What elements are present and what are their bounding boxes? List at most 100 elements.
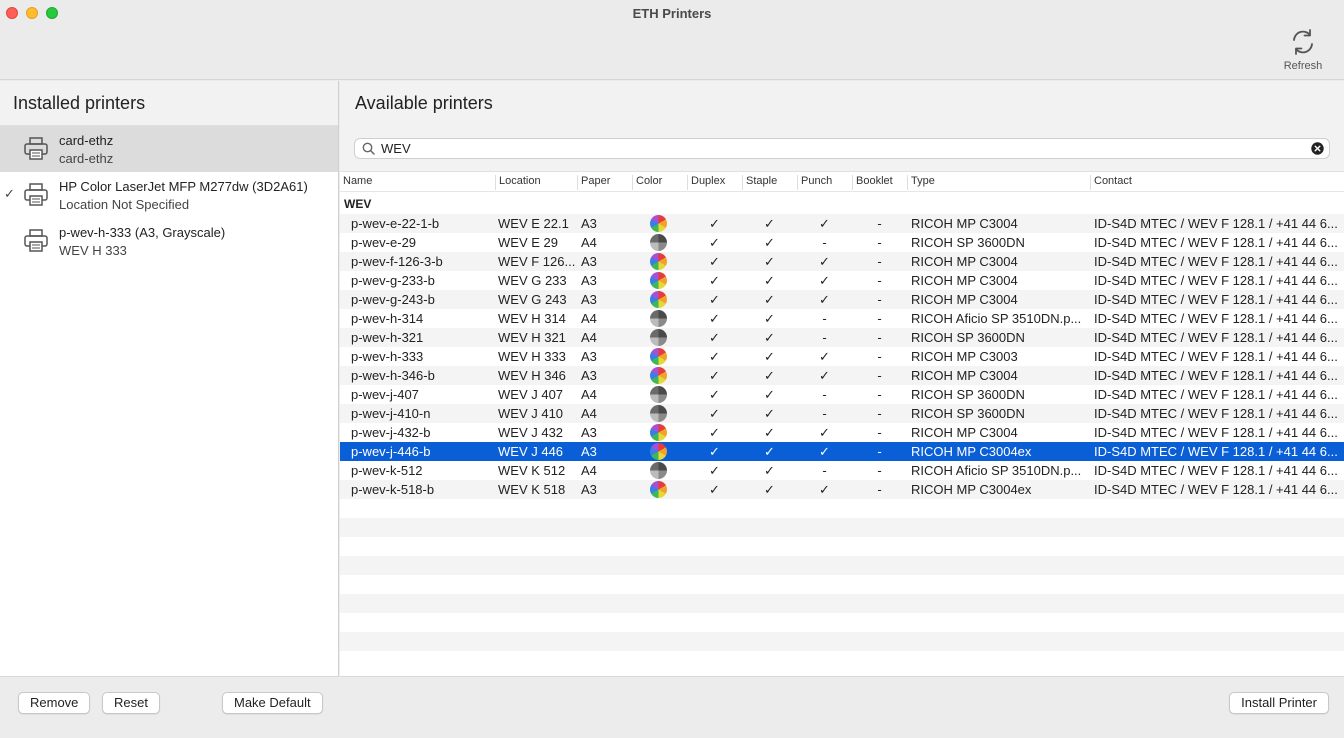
group-label: WEV (344, 197, 372, 211)
remove-button[interactable]: Remove (18, 692, 91, 714)
cell-paper: A4 (581, 235, 597, 250)
column-header-punch[interactable]: Punch (797, 175, 832, 190)
cell-duplex: ✓ (709, 444, 720, 459)
cell-contact: ID-S4D MTEC / WEV F 128.1 / +41 44 6... (1094, 425, 1338, 440)
cell-type: RICOH SP 3600DN (911, 330, 1025, 345)
cell-paper: A3 (581, 254, 597, 269)
cell-contact: ID-S4D MTEC / WEV F 128.1 / +41 44 6... (1094, 311, 1338, 326)
cell-duplex: ✓ (709, 482, 720, 497)
cell-type: RICOH MP C3004ex (911, 482, 1032, 497)
cell-paper: A3 (581, 273, 597, 288)
search-field[interactable] (354, 138, 1330, 159)
cell-booklet: - (877, 425, 882, 440)
cell-location: WEV K 518 (498, 482, 566, 497)
cell-duplex: ✓ (709, 273, 720, 288)
refresh-button[interactable]: Refresh (1272, 28, 1334, 76)
title-bar: ETH Printers Refresh (0, 0, 1344, 80)
column-header-duplex[interactable]: Duplex (687, 175, 725, 190)
installed-printer-name: card-ethz (59, 133, 114, 148)
cell-booklet: - (877, 463, 882, 478)
table-row[interactable]: p-wev-j-407 WEV J 407 A4 ✓ ✓ - - RICOH SP 3600D… (340, 385, 1344, 404)
cell-booklet: - (877, 330, 882, 345)
table-row[interactable]: p-wev-j-446-b WEV J 446 A3 ✓ ✓ ✓ - RICOH MP C30… (340, 442, 1344, 461)
color-wheel-icon (650, 443, 667, 460)
cell-paper: A3 (581, 216, 597, 231)
grayscale-wheel-icon (650, 462, 667, 479)
table-row[interactable]: p-wev-j-410-n WEV J 410 A4 ✓ ✓ - - RICOH SP 360… (340, 404, 1344, 423)
installed-printer-location: WEV H 333 (59, 243, 127, 258)
table-row[interactable]: p-wev-h-321 WEV H 321 A4 ✓ ✓ - - RICOH SP 3600D… (340, 328, 1344, 347)
empty-row (340, 499, 1344, 518)
empty-row (340, 594, 1344, 613)
install-printer-button[interactable]: Install Printer (1229, 692, 1329, 714)
installed-printer-item[interactable]: ✓ HP Color LaserJet MFP M277dw (3D2A61) Lo… (0, 172, 338, 218)
table-row[interactable]: p-wev-g-233-b WEV G 233 A3 ✓ ✓ ✓ - RICOH MP C30… (340, 271, 1344, 290)
color-wheel-icon (650, 481, 667, 498)
cell-booklet: - (877, 387, 882, 402)
cell-name: p-wev-h-333 (351, 349, 424, 364)
empty-row (340, 632, 1344, 651)
reset-button[interactable]: Reset (102, 692, 160, 714)
cell-contact: ID-S4D MTEC / WEV F 128.1 / +41 44 6... (1094, 406, 1338, 421)
cell-type: RICOH SP 3600DN (911, 387, 1025, 402)
cell-punch: ✓ (819, 368, 830, 383)
column-header-color[interactable]: Color (632, 175, 662, 190)
empty-row (340, 537, 1344, 556)
cell-duplex: ✓ (709, 216, 720, 231)
empty-row (340, 556, 1344, 575)
cell-contact: ID-S4D MTEC / WEV F 128.1 / +41 44 6... (1094, 368, 1338, 383)
installed-printer-name: p-wev-h-333 (A3, Grayscale) (59, 225, 226, 240)
table-header: Name Location Paper Color Duplex Staple … (340, 172, 1344, 192)
color-wheel-icon (650, 367, 667, 384)
cell-name: p-wev-e-29 (351, 235, 417, 250)
column-header-paper[interactable]: Paper (577, 175, 610, 190)
cell-punch: ✓ (819, 425, 830, 440)
cell-location: WEV G 243 (498, 292, 567, 307)
cell-type: RICOH MP C3004 (911, 273, 1018, 288)
search-input[interactable] (381, 140, 1301, 157)
table-row[interactable]: p-wev-g-243-b WEV G 243 A3 ✓ ✓ ✓ - RICOH MP C30… (340, 290, 1344, 309)
cell-duplex: ✓ (709, 235, 720, 250)
column-header-name[interactable]: Name (340, 175, 372, 190)
column-header-booklet[interactable]: Booklet (852, 175, 893, 190)
table-row[interactable]: p-wev-k-518-b WEV K 518 A3 ✓ ✓ ✓ - RICOH MP C30… (340, 480, 1344, 499)
cell-paper: A4 (581, 387, 597, 402)
installed-printer-item[interactable]: card-ethz card-ethz (0, 126, 338, 172)
column-header-contact[interactable]: Contact (1090, 175, 1132, 190)
color-wheel-icon (650, 215, 667, 232)
search-icon (362, 142, 375, 155)
table-row[interactable]: p-wev-e-22-1-b WEV E 22.1 A3 ✓ ✓ ✓ - RICOH MP C… (340, 214, 1344, 233)
cell-staple: ✓ (764, 444, 775, 459)
column-header-type[interactable]: Type (907, 175, 935, 190)
printer-icon (24, 229, 48, 252)
grayscale-wheel-icon (650, 329, 667, 346)
table-row[interactable]: p-wev-h-346-b WEV H 346 A3 ✓ ✓ ✓ - RICOH MP C30… (340, 366, 1344, 385)
cell-paper: A3 (581, 349, 597, 364)
table-row[interactable]: p-wev-k-512 WEV K 512 A4 ✓ ✓ - - RICOH Aficio S… (340, 461, 1344, 480)
cell-duplex: ✓ (709, 387, 720, 402)
clear-icon[interactable] (1311, 142, 1324, 155)
cell-staple: ✓ (764, 387, 775, 402)
column-header-staple[interactable]: Staple (742, 175, 777, 190)
cell-paper: A4 (581, 330, 597, 345)
table-row[interactable]: p-wev-e-29 WEV E 29 A4 ✓ ✓ - - RICOH SP 3600DN I… (340, 233, 1344, 252)
cell-booklet: - (877, 349, 882, 364)
cell-type: RICOH MP C3004 (911, 254, 1018, 269)
default-check-icon: ✓ (4, 186, 15, 201)
cell-location: WEV K 512 (498, 463, 566, 478)
cell-name: p-wev-h-321 (351, 330, 424, 345)
installed-printer-item[interactable]: p-wev-h-333 (A3, Grayscale) WEV H 333 (0, 218, 338, 264)
cell-paper: A4 (581, 311, 597, 326)
installed-printer-name: HP Color LaserJet MFP M277dw (3D2A61) (59, 179, 308, 194)
cell-type: RICOH MP C3004 (911, 368, 1018, 383)
cell-duplex: ✓ (709, 406, 720, 421)
make-default-button[interactable]: Make Default (222, 692, 323, 714)
cell-contact: ID-S4D MTEC / WEV F 128.1 / +41 44 6... (1094, 235, 1338, 250)
table-row[interactable]: p-wev-h-333 WEV H 333 A3 ✓ ✓ ✓ - RICOH MP C3003… (340, 347, 1344, 366)
table-row[interactable]: p-wev-h-314 WEV H 314 A4 ✓ ✓ - - RICOH Aficio S… (340, 309, 1344, 328)
table-row[interactable]: p-wev-f-126-3-b WEV F 126... A3 ✓ ✓ ✓ - RICOH M… (340, 252, 1344, 271)
table-row[interactable]: p-wev-j-432-b WEV J 432 A3 ✓ ✓ ✓ - RICOH MP C30… (340, 423, 1344, 442)
installed-printers-pane: Installed printers card-ethz card-ethz ✓ HP… (0, 81, 339, 738)
column-header-location[interactable]: Location (495, 175, 541, 190)
cell-contact: ID-S4D MTEC / WEV F 128.1 / +41 44 6... (1094, 330, 1338, 345)
